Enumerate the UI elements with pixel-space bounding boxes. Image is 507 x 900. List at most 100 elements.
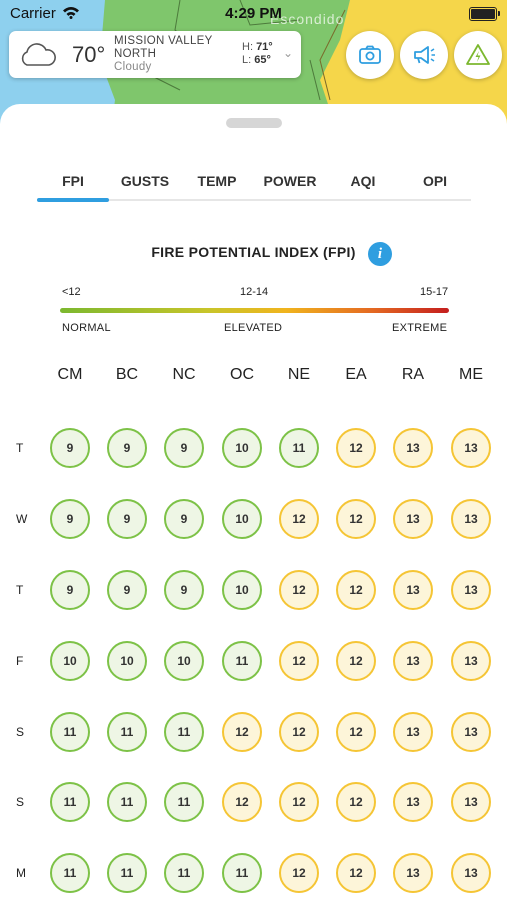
fpi-value-badge[interactable]: 13 bbox=[393, 782, 433, 822]
row-day-label: T bbox=[16, 583, 24, 597]
fpi-value-badge[interactable]: 11 bbox=[107, 782, 147, 822]
fpi-value-badge[interactable]: 11 bbox=[279, 428, 319, 468]
info-icon[interactable]: i bbox=[368, 242, 392, 266]
fpi-value-badge[interactable]: 10 bbox=[222, 570, 262, 610]
tab-temp[interactable]: TEMP bbox=[181, 168, 253, 200]
fpi-value-badge[interactable]: 13 bbox=[451, 782, 491, 822]
active-tab-indicator bbox=[37, 198, 109, 202]
row-day-label: F bbox=[16, 654, 24, 668]
row-day-label: W bbox=[16, 512, 28, 526]
fpi-value-badge[interactable]: 12 bbox=[336, 499, 376, 539]
column-header-ne: NE bbox=[287, 366, 311, 383]
fpi-value-badge[interactable]: 12 bbox=[279, 570, 319, 610]
tab-gusts[interactable]: GUSTS bbox=[109, 168, 181, 200]
fpi-value-badge[interactable]: 10 bbox=[50, 641, 90, 681]
column-header-ra: RA bbox=[401, 366, 425, 383]
level-elevated-label: ELEVATED bbox=[224, 322, 283, 334]
weather-condition: Cloudy bbox=[114, 61, 152, 73]
weather-location: MISSION VALLEY NORTH Cloudy bbox=[114, 35, 213, 74]
scale-high-label: 15-17 bbox=[420, 286, 449, 298]
fpi-value-badge[interactable]: 13 bbox=[451, 428, 491, 468]
fpi-value-badge[interactable]: 9 bbox=[50, 570, 90, 610]
camera-button[interactable] bbox=[346, 31, 394, 79]
fpi-value-badge[interactable]: 12 bbox=[336, 712, 376, 752]
row-day-label: T bbox=[16, 441, 24, 455]
announcement-button[interactable] bbox=[400, 31, 448, 79]
fpi-value-badge[interactable]: 13 bbox=[393, 428, 433, 468]
fpi-value-badge[interactable]: 12 bbox=[222, 712, 262, 752]
bottom-sheet: FPI GUSTS TEMP POWER AQI OPI FIRE POTENT… bbox=[0, 104, 507, 900]
fpi-value-badge[interactable]: 10 bbox=[107, 641, 147, 681]
location-line-2: NORTH bbox=[114, 48, 157, 60]
fpi-value-badge[interactable]: 13 bbox=[451, 499, 491, 539]
fpi-value-badge[interactable]: 10 bbox=[164, 641, 204, 681]
fpi-value-badge[interactable]: 13 bbox=[393, 499, 433, 539]
fpi-value-badge[interactable]: 13 bbox=[451, 853, 491, 893]
scale-low-label: <12 bbox=[62, 286, 81, 298]
battery-icon bbox=[469, 7, 500, 21]
low-temp: 65° bbox=[254, 54, 271, 66]
tab-aqi[interactable]: AQI bbox=[327, 168, 399, 200]
level-normal-label: NORMAL bbox=[62, 322, 111, 334]
fpi-value-badge[interactable]: 12 bbox=[336, 570, 376, 610]
fpi-value-badge[interactable]: 11 bbox=[164, 712, 204, 752]
chevron-down-icon[interactable]: ⌄ bbox=[283, 46, 293, 60]
fpi-value-badge[interactable]: 11 bbox=[107, 853, 147, 893]
fpi-value-badge[interactable]: 11 bbox=[222, 853, 262, 893]
fpi-value-badge[interactable]: 12 bbox=[279, 782, 319, 822]
fpi-value-badge[interactable]: 9 bbox=[107, 499, 147, 539]
tab-fpi[interactable]: FPI bbox=[37, 168, 109, 200]
fpi-value-badge[interactable]: 12 bbox=[222, 782, 262, 822]
high-label: H: bbox=[242, 41, 253, 53]
fpi-value-badge[interactable]: 9 bbox=[50, 499, 90, 539]
fpi-value-badge[interactable]: 11 bbox=[50, 712, 90, 752]
fpi-value-badge[interactable]: 12 bbox=[279, 499, 319, 539]
fpi-value-badge[interactable]: 9 bbox=[164, 499, 204, 539]
fpi-value-badge[interactable]: 11 bbox=[107, 712, 147, 752]
low-label: L: bbox=[242, 54, 252, 66]
column-header-ea: EA bbox=[345, 366, 367, 383]
fpi-value-badge[interactable]: 11 bbox=[164, 782, 204, 822]
fpi-value-badge[interactable]: 11 bbox=[50, 782, 90, 822]
current-temperature: 70° bbox=[72, 42, 106, 67]
tab-opi[interactable]: OPI bbox=[399, 168, 471, 200]
fpi-value-badge[interactable]: 10 bbox=[222, 499, 262, 539]
fpi-value-badge[interactable]: 12 bbox=[336, 641, 376, 681]
fpi-value-badge[interactable]: 12 bbox=[279, 712, 319, 752]
fpi-value-badge[interactable]: 9 bbox=[107, 570, 147, 610]
tab-bar: FPI GUSTS TEMP POWER AQI OPI bbox=[37, 168, 471, 202]
weather-card[interactable]: 70° MISSION VALLEY NORTH Cloudy H: 71° L… bbox=[9, 31, 301, 78]
fpi-value-badge[interactable]: 12 bbox=[336, 428, 376, 468]
fpi-value-badge[interactable]: 12 bbox=[279, 853, 319, 893]
alert-button[interactable] bbox=[454, 31, 502, 79]
fpi-value-badge[interactable]: 9 bbox=[164, 428, 204, 468]
fpi-value-badge[interactable]: 13 bbox=[393, 712, 433, 752]
fpi-value-badge[interactable]: 13 bbox=[451, 712, 491, 752]
fpi-value-badge[interactable]: 12 bbox=[279, 641, 319, 681]
fpi-title: FIRE POTENTIAL INDEX (FPI) bbox=[151, 244, 356, 260]
fpi-value-badge[interactable]: 13 bbox=[451, 570, 491, 610]
fpi-value-badge[interactable]: 9 bbox=[50, 428, 90, 468]
fpi-value-badge[interactable]: 9 bbox=[164, 570, 204, 610]
fpi-value-badge[interactable]: 10 bbox=[222, 428, 262, 468]
fpi-value-badge[interactable]: 12 bbox=[336, 782, 376, 822]
status-bar: Carrier 4:29 PM bbox=[0, 0, 507, 28]
column-header-nc: NC bbox=[172, 366, 196, 383]
column-header-oc: OC bbox=[230, 366, 254, 383]
tab-power[interactable]: POWER bbox=[253, 168, 327, 200]
fpi-value-badge[interactable]: 11 bbox=[164, 853, 204, 893]
fpi-value-badge[interactable]: 13 bbox=[393, 853, 433, 893]
column-header-cm: CM bbox=[57, 366, 83, 383]
row-day-label: S bbox=[16, 795, 25, 809]
clock: 4:29 PM bbox=[225, 5, 282, 22]
drag-handle[interactable] bbox=[226, 118, 282, 128]
fpi-value-badge[interactable]: 13 bbox=[393, 570, 433, 610]
fpi-value-badge[interactable]: 12 bbox=[336, 853, 376, 893]
fpi-value-badge[interactable]: 11 bbox=[222, 641, 262, 681]
fpi-value-badge[interactable]: 13 bbox=[393, 641, 433, 681]
fpi-value-badge[interactable]: 9 bbox=[107, 428, 147, 468]
fpi-value-badge[interactable]: 13 bbox=[451, 641, 491, 681]
location-line-1: MISSION VALLEY bbox=[114, 35, 213, 47]
column-header-bc: BC bbox=[115, 366, 139, 383]
fpi-value-badge[interactable]: 11 bbox=[50, 853, 90, 893]
